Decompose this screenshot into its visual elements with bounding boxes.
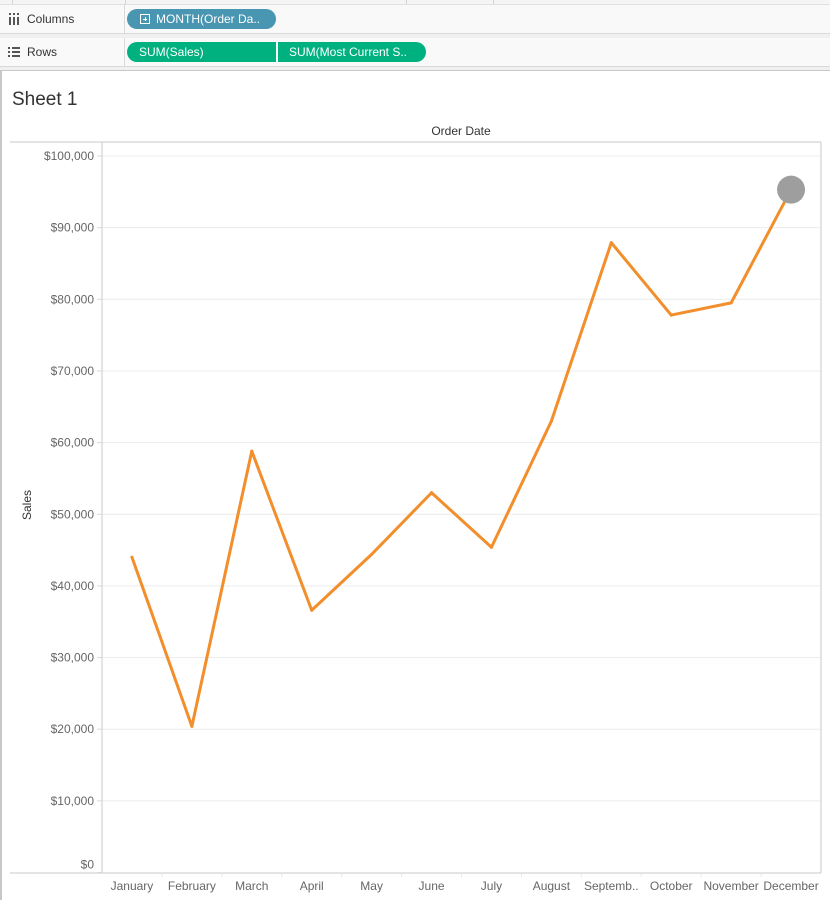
x-tick-label: October <box>650 879 693 893</box>
sales-line-segment[interactable] <box>190 449 254 728</box>
y-tick-label: $80,000 <box>51 292 95 306</box>
x-tick-label: February <box>168 879 216 893</box>
x-tick-label: January <box>111 879 154 893</box>
x-tick-label: June <box>419 879 445 893</box>
sales-data-point[interactable] <box>430 491 434 495</box>
y-axis-title: Sales <box>20 490 34 520</box>
line-chart: Order Date Sales $0 $10,000 $20,000 $30,000… <box>10 124 822 893</box>
x-tick-label: March <box>235 879 268 893</box>
sales-data-point[interactable] <box>489 545 493 549</box>
gridlines <box>102 155 821 802</box>
sales-data-point[interactable] <box>669 313 673 317</box>
sales-data-point[interactable] <box>250 449 254 453</box>
series-marks[interactable] <box>130 175 806 728</box>
x-tick-label: August <box>533 879 571 893</box>
y-tick-label: $10,000 <box>51 794 95 808</box>
sales-data-point[interactable] <box>310 608 314 612</box>
sales-line-segment[interactable] <box>669 301 733 317</box>
y-tick-label: $70,000 <box>51 364 95 378</box>
x-tick-label: December <box>763 879 818 893</box>
sales-line-segment[interactable] <box>310 552 374 612</box>
x-tick-label: April <box>300 879 324 893</box>
y-tick-label: $40,000 <box>51 579 95 593</box>
x-tick-label: July <box>481 879 502 893</box>
sales-line-segment[interactable] <box>729 188 793 305</box>
y-tick-label: $90,000 <box>51 221 95 235</box>
sales-data-point[interactable] <box>549 419 553 423</box>
sales-data-point[interactable] <box>370 552 374 556</box>
sales-data-point[interactable] <box>609 241 613 245</box>
x-tick-label: Septemb.. <box>584 879 639 893</box>
sales-data-point[interactable] <box>190 724 194 728</box>
sales-line-segment[interactable] <box>430 491 493 549</box>
y-axis-ticks: $0 $10,000 $20,000 $30,000 $40,000 $50,000 $60… <box>44 149 102 873</box>
sales-data-point[interactable] <box>729 301 733 305</box>
sales-line-segment[interactable] <box>609 241 673 317</box>
x-tick-label: May <box>360 879 383 893</box>
sales-line-segment[interactable] <box>370 491 434 556</box>
most-current-sales-point[interactable] <box>777 175 806 204</box>
y-tick-label: $30,000 <box>51 651 95 665</box>
x-axis-ticks: January February March April May June July Augu… <box>111 879 819 893</box>
y-tick-label: $100,000 <box>44 149 94 163</box>
y-tick-label: $60,000 <box>51 436 95 450</box>
sales-line-segment[interactable] <box>489 419 553 549</box>
y-tick-label: $0 <box>81 858 95 872</box>
x-tick-label: November <box>703 879 758 893</box>
sales-line-segment[interactable] <box>549 241 613 423</box>
sales-data-point[interactable] <box>130 555 134 559</box>
column-header-order-date: Order Date <box>431 124 491 138</box>
sales-line-segment[interactable] <box>130 555 194 728</box>
sales-line-segment[interactable] <box>250 449 314 612</box>
y-tick-label: $20,000 <box>51 722 95 736</box>
y-tick-label: $50,000 <box>51 507 95 521</box>
